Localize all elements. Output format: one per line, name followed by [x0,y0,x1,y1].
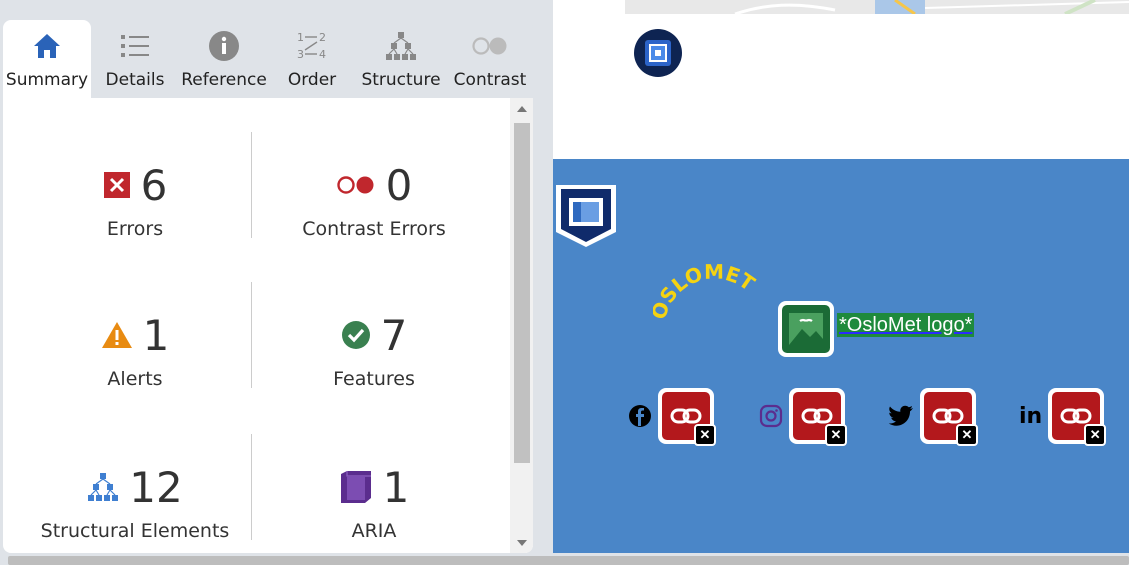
list-icon [121,35,149,57]
divider [251,434,252,540]
errors-count: 6 [140,160,168,210]
contrast-icon [472,37,507,55]
hierarchy-icon [386,32,416,60]
vertical-scrollbar[interactable] [510,98,533,553]
instagram-link[interactable]: ✕ [759,388,847,446]
home-icon [34,34,60,58]
contrast-error-icon [336,176,374,194]
image-alt-feature-icon[interactable] [778,301,834,357]
order-icon: 1 2 3 4 [297,31,326,61]
broken-link-error-icon[interactable]: ✕ [920,388,978,446]
wave-panel: Summary Details Reference 1234 Order Str… [0,0,553,565]
map-image [625,0,1129,14]
structural-label: Structural Elements [40,520,230,542]
broken-link-error-icon[interactable]: ✕ [789,388,847,446]
contrast-errors-label: Contrast Errors [302,218,446,240]
horizontal-scrollbar[interactable] [0,553,1129,565]
structural-count: 12 [129,462,183,512]
aria-landmark-icon[interactable] [555,184,617,248]
scrollbar-thumb[interactable] [8,556,1129,565]
structural-summary[interactable]: 12 Structural Elements [15,462,255,543]
tab-bar: Summary Details Reference 1 2 3 4 Order Str… [3,20,533,98]
svg-text:OSLOMET: OSLOMET [653,260,760,323]
broken-link-error-icon[interactable]: ✕ [658,388,716,446]
wave-structure-icon[interactable] [633,28,683,78]
close-icon: ✕ [1084,424,1107,446]
alerts-count: 1 [142,310,170,360]
logo-text: OSLOMET [653,260,760,323]
tab-structure[interactable]: Structure [355,20,447,98]
webpage-preview: OSLOMET *OsloMet logo* ✕ ✕ ✕ [553,0,1129,553]
alerts-summary[interactable]: 1 Alerts [15,310,255,390]
check-circle-icon [341,321,370,349]
svg-text:1: 1 [297,31,304,44]
divider [251,282,252,388]
alert-triangle-icon [101,322,132,348]
scroll-down-icon[interactable] [517,540,527,546]
tab-summary[interactable]: Summary [3,20,91,98]
linkedin-link[interactable]: in ✕ [1019,388,1107,446]
alerts-label: Alerts [107,368,163,390]
broken-link-error-icon[interactable]: ✕ [1048,388,1107,446]
errors-label: Errors [106,218,164,240]
facebook-link[interactable]: ✕ [628,388,716,446]
tab-label: Structure [361,70,441,90]
scrollbar-thumb[interactable] [514,123,530,463]
features-count: 7 [380,310,408,360]
svg-text:3: 3 [297,48,304,61]
svg-text:4: 4 [319,48,326,61]
alt-text-label: *OsloMet logo* [837,313,975,337]
close-icon: ✕ [825,424,847,446]
svg-text:2: 2 [319,31,326,44]
info-icon [209,31,239,61]
tab-details[interactable]: Details [91,20,179,98]
hierarchy-icon [88,473,119,501]
contrast-errors-summary[interactable]: 0 Contrast Errors [254,160,494,241]
aria-count: 1 [382,462,410,512]
tab-label: Order [287,70,337,90]
features-label: Features [333,368,415,390]
tab-label: Reference [181,70,267,90]
close-icon: ✕ [694,424,716,446]
scroll-up-icon[interactable] [517,106,527,112]
tab-reference[interactable]: Reference [179,20,269,98]
aria-label: ARIA [351,520,397,542]
footer-section: OSLOMET *OsloMet logo* ✕ ✕ ✕ [553,159,1129,553]
tab-label: Summary [5,70,89,90]
oslomet-logo: OSLOMET [653,260,760,323]
linkedin-icon: in [1019,403,1043,429]
error-icon [103,172,130,198]
errors-summary[interactable]: 6 Errors [15,160,255,240]
aria-summary[interactable]: 1 ARIA [254,462,494,542]
tab-order[interactable]: 1 2 3 4 Order [269,20,355,98]
contrast-errors-count: 0 [385,160,413,210]
close-icon: ✕ [956,424,978,446]
tab-label: Details [105,70,165,90]
features-summary[interactable]: 7 Features [254,310,494,391]
facebook-icon [629,405,651,427]
aria-cube-icon [340,471,371,503]
tab-contrast[interactable]: Contrast [447,20,533,98]
summary-panel: 6 Errors 0 Contrast Errors 1 Alerts 7 Fe… [3,98,533,553]
divider [251,132,252,238]
instagram-icon [759,404,783,428]
twitter-link[interactable]: ✕ [888,388,978,446]
twitter-icon [888,405,913,426]
tab-label: Contrast [453,70,527,90]
